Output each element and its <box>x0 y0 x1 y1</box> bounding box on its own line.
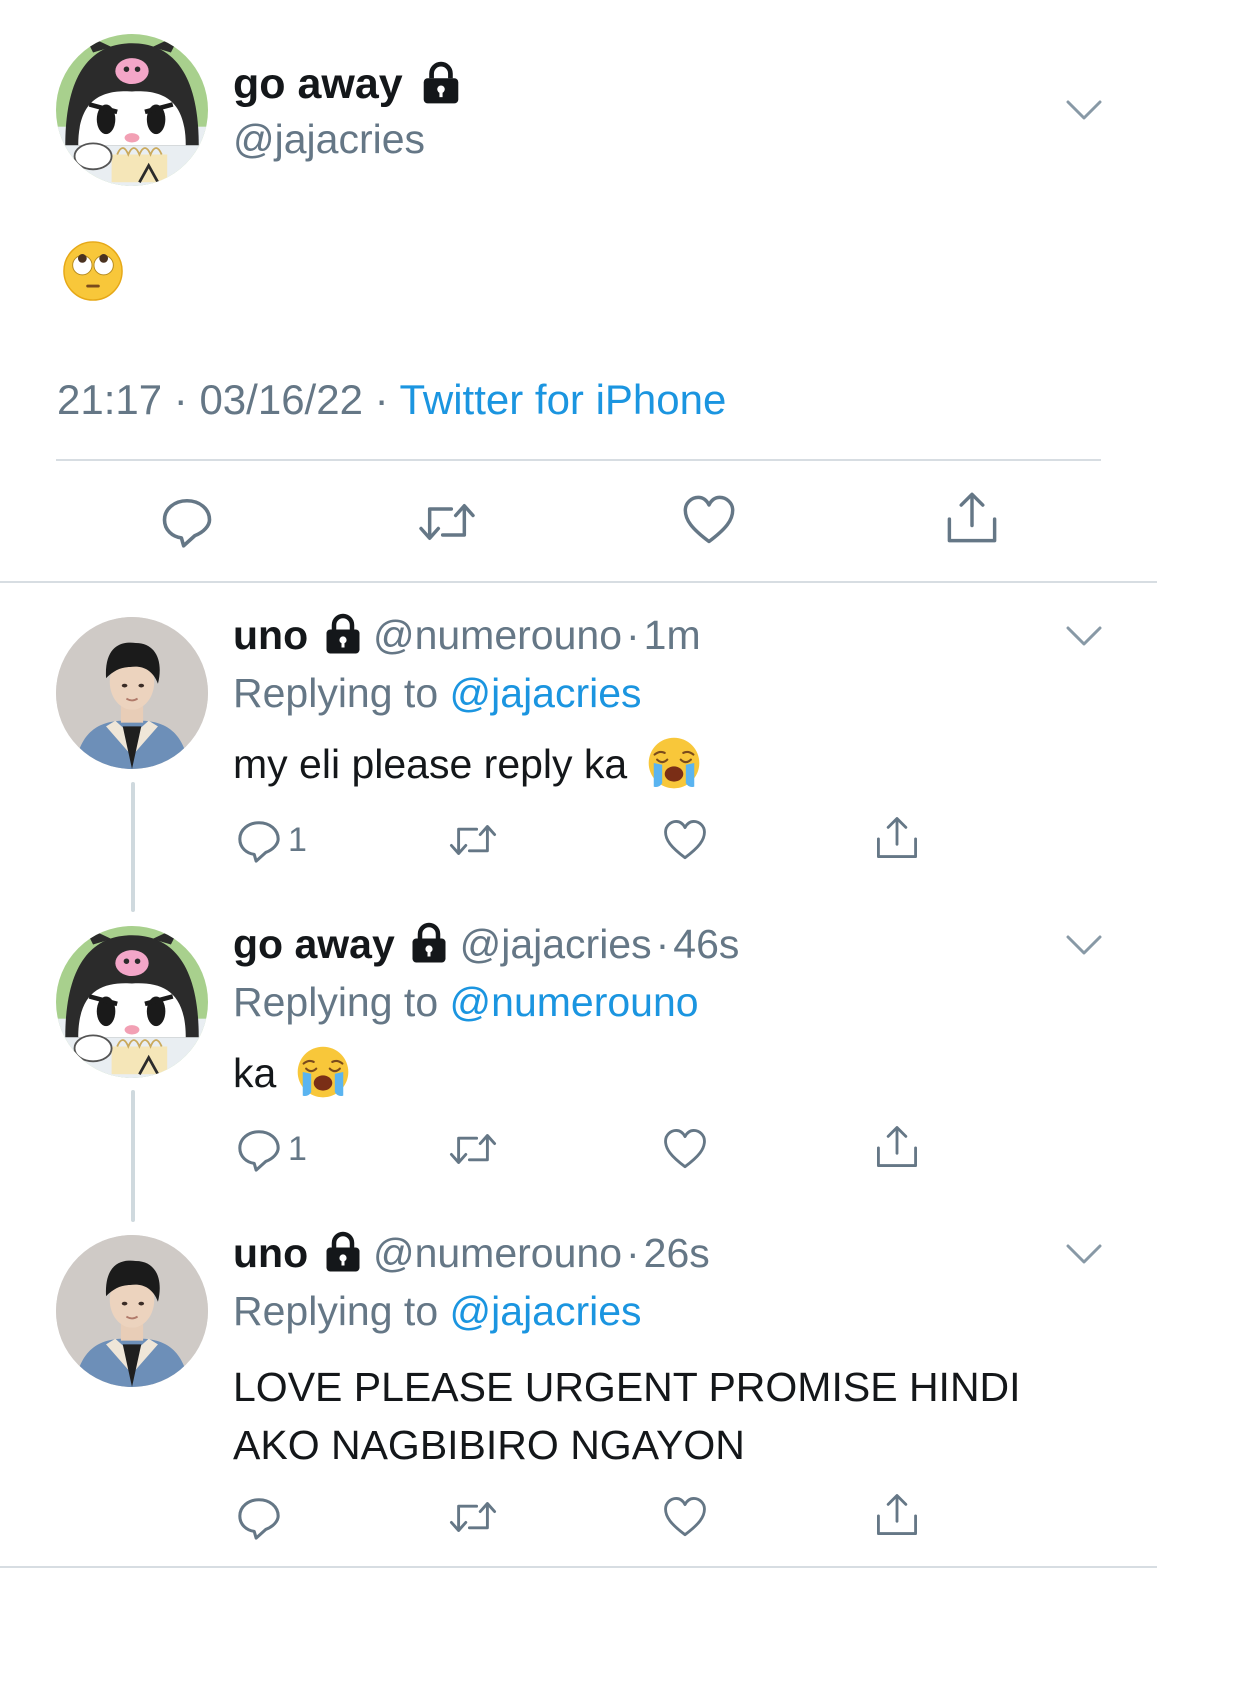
replying-to-line: Replying to @numerouno <box>233 979 699 1026</box>
loudly-crying-face-icon <box>296 1045 350 1099</box>
main-author-avatar[interactable] <box>56 34 208 186</box>
thread-line <box>131 1090 135 1222</box>
replying-to-line: Replying to @jajacries <box>233 670 642 717</box>
heart-icon[interactable] <box>662 818 708 862</box>
thread-line <box>131 782 135 912</box>
reply-icon[interactable] <box>160 494 214 548</box>
replying-to-line: Replying to @jajacries <box>233 1288 642 1335</box>
loudly-crying-face-icon <box>647 736 701 790</box>
lock-icon <box>410 922 448 964</box>
reply-author-handle[interactable]: @numerouno <box>373 1230 622 1276</box>
reply-text-row: ka <box>233 1050 350 1099</box>
reply-header: uno @numerouno·26s <box>233 1230 710 1277</box>
main-tweet-meta: 21:17 · 03/16/22 · Twitter for iPhone <box>57 376 726 424</box>
main-author-display-name[interactable]: go away <box>233 60 403 108</box>
reply-text: ka <box>233 1050 277 1096</box>
reply-text-row: my eli please reply ka <box>233 741 701 790</box>
reply-header: go away @jajacries·46s <box>233 921 739 968</box>
reply-text: my eli please reply ka <box>233 741 628 787</box>
reply-header: uno @numerouno·1m <box>233 612 701 659</box>
bottom-divider <box>0 1566 1157 1568</box>
main-author-name-row[interactable]: go away <box>233 60 461 109</box>
reply-text: LOVE PLEASE URGENT PROMISE HINDI AKO NAG… <box>233 1358 1021 1474</box>
meta-separator: · <box>655 921 670 967</box>
reply-count: 1 <box>288 1129 307 1168</box>
replying-to-link[interactable]: @jajacries <box>450 1288 642 1334</box>
reply-author-display-name[interactable]: uno <box>233 1230 308 1276</box>
share-icon[interactable] <box>874 814 920 862</box>
reply-icon[interactable] <box>236 1126 282 1172</box>
heart-icon[interactable] <box>681 494 737 546</box>
meta-separator: · <box>374 376 389 423</box>
share-icon[interactable] <box>944 490 1000 546</box>
meta-separator: · <box>626 1230 640 1276</box>
reply-author-display-name[interactable]: uno <box>233 612 308 658</box>
reply-author-avatar[interactable] <box>56 617 208 769</box>
replying-to-link[interactable]: @numerouno <box>450 979 699 1025</box>
reply-text-line: AKO NAGBIBIRO NGAYON <box>233 1422 745 1468</box>
replying-to-label: Replying to <box>233 1288 439 1334</box>
retweet-icon[interactable] <box>446 818 500 862</box>
reply-age: 1m <box>643 612 701 658</box>
replying-to-label: Replying to <box>233 670 439 716</box>
main-tweet-time: 21:17 <box>57 376 163 423</box>
retweet-icon[interactable] <box>446 1495 500 1539</box>
heart-icon[interactable] <box>662 1127 708 1171</box>
retweet-icon[interactable] <box>446 1127 500 1171</box>
lock-icon <box>324 1231 362 1273</box>
reply-text-line: LOVE PLEASE URGENT PROMISE HINDI <box>233 1364 1021 1410</box>
chevron-down-icon[interactable] <box>1066 626 1102 646</box>
share-icon[interactable] <box>874 1123 920 1171</box>
chevron-down-icon[interactable] <box>1066 1244 1102 1264</box>
reply-age: 26s <box>643 1230 710 1276</box>
reply-count: 1 <box>288 820 307 859</box>
main-tweet-date: 03/16/22 <box>199 376 363 423</box>
replying-to-label: Replying to <box>233 979 439 1025</box>
reply-author-handle[interactable]: @jajacries <box>460 921 652 967</box>
reply-action[interactable]: 1 <box>236 817 307 863</box>
main-tweet-source-link[interactable]: Twitter for iPhone <box>400 376 727 423</box>
reply-icon[interactable] <box>236 817 282 863</box>
face-with-rolling-eyes-icon <box>62 240 124 302</box>
replying-to-link[interactable]: @jajacries <box>450 670 642 716</box>
section-divider <box>0 581 1157 583</box>
lock-icon <box>421 61 461 105</box>
reply-icon[interactable] <box>236 1494 282 1540</box>
share-icon[interactable] <box>874 1491 920 1539</box>
chevron-down-icon[interactable] <box>1066 935 1102 955</box>
reply-author-handle[interactable]: @numerouno <box>373 612 622 658</box>
meta-separator: · <box>173 376 188 423</box>
main-tweet-divider <box>56 459 1101 461</box>
chevron-down-icon[interactable] <box>1066 100 1102 120</box>
reply-author-avatar[interactable] <box>56 1235 208 1387</box>
retweet-icon[interactable] <box>414 496 480 548</box>
reply-age: 46s <box>673 921 740 967</box>
reply-action[interactable]: 1 <box>236 1126 307 1172</box>
lock-icon <box>324 613 362 655</box>
reply-author-display-name[interactable]: go away <box>233 921 395 967</box>
reply-author-avatar[interactable] <box>56 926 208 1078</box>
meta-separator: · <box>626 612 640 658</box>
main-author-handle[interactable]: @jajacries <box>233 116 425 163</box>
heart-icon[interactable] <box>662 1495 708 1539</box>
